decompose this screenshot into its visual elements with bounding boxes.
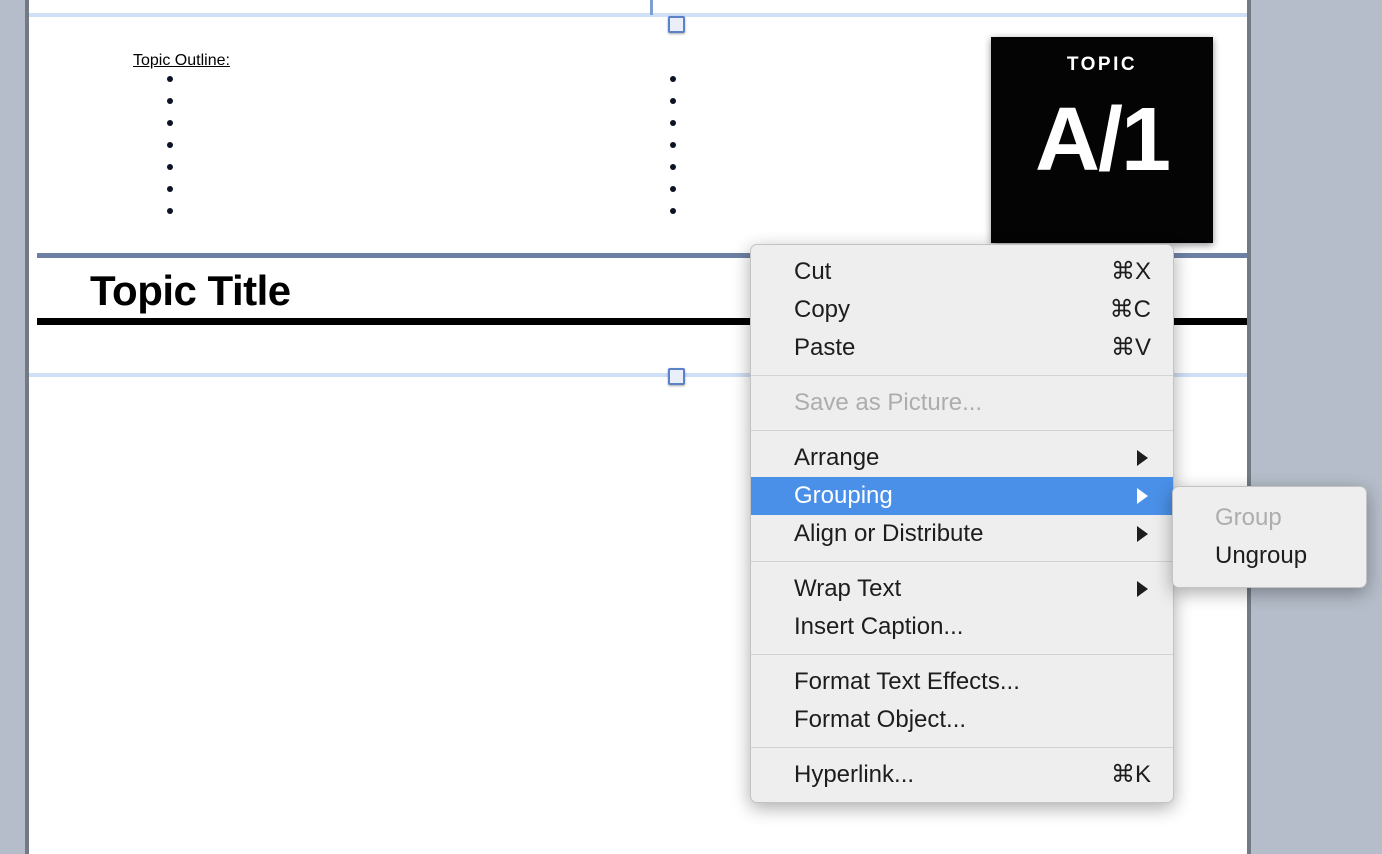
menu-item-paste[interactable]: Paste ⌘V [751, 329, 1173, 367]
resize-handle-top-center[interactable] [668, 16, 685, 33]
menu-item-shortcut: ⌘X [1110, 258, 1151, 285]
menu-item-label: Save as Picture... [794, 389, 983, 416]
page-title: Topic Title [90, 267, 291, 314]
grouping-submenu[interactable]: Group Ungroup [1172, 486, 1367, 588]
menu-item-grouping[interactable]: Grouping [751, 477, 1173, 515]
bullet-point [167, 142, 173, 148]
menu-item-label: Insert Caption... [794, 613, 964, 640]
topic-badge[interactable]: TOPIC A/1 [991, 37, 1213, 243]
menu-item-shortcut: ⌘C [1109, 296, 1151, 323]
app-window: Topic Outline: TOPIC A/1 Topic Title Cut… [0, 0, 1382, 854]
menu-item-shortcut: ⌘V [1110, 334, 1151, 361]
bullet-point [670, 208, 676, 214]
bullet-point [670, 120, 676, 126]
bullet-point [167, 98, 173, 104]
menu-item-align-or-distribute[interactable]: Align or Distribute [751, 515, 1173, 553]
bullet-list-right [670, 76, 676, 230]
menu-item-insert-caption[interactable]: Insert Caption... [751, 608, 1173, 646]
menu-item-label: Copy [794, 296, 851, 323]
menu-item-shortcut: ⌘K [1110, 761, 1151, 788]
bullet-point [670, 76, 676, 82]
bullet-point [167, 120, 173, 126]
menu-item-arrange[interactable]: Arrange [751, 439, 1173, 477]
menu-separator [751, 747, 1173, 748]
bullet-point [167, 164, 173, 170]
menu-item-wrap-text[interactable]: Wrap Text [751, 570, 1173, 608]
menu-item-label: Format Object... [794, 706, 967, 733]
menu-item-save-as-picture: Save as Picture... [751, 384, 1173, 422]
menu-item-label: Wrap Text [794, 575, 902, 602]
menu-separator [751, 430, 1173, 431]
submenu-arrow-icon [1137, 581, 1148, 597]
menu-separator [751, 561, 1173, 562]
menu-item-format-object[interactable]: Format Object... [751, 701, 1173, 739]
menu-item-label: Cut [794, 258, 832, 285]
badge-code-label: A/1 [1034, 90, 1171, 190]
submenu-item-ungroup[interactable]: Ungroup [1173, 537, 1366, 575]
submenu-arrow-icon [1137, 526, 1148, 542]
menu-item-label: Hyperlink... [794, 761, 915, 788]
bullet-point [167, 208, 173, 214]
menu-item-label: Arrange [794, 444, 880, 471]
menu-item-label: Align or Distribute [794, 520, 984, 547]
submenu-item-group: Group [1173, 499, 1366, 537]
menu-item-label: Format Text Effects... [794, 668, 1020, 695]
menu-item-label: Paste [794, 334, 856, 361]
submenu-item-label: Group [1215, 504, 1282, 531]
outline-heading: Topic Outline: [133, 52, 230, 69]
context-menu[interactable]: Cut ⌘X Copy ⌘C Paste ⌘V Save as Picture... Arra… [750, 244, 1174, 803]
bullet-point [167, 76, 173, 82]
submenu-arrow-icon [1137, 488, 1148, 504]
bullet-list-left [167, 76, 173, 230]
menu-item-copy[interactable]: Copy ⌘C [751, 291, 1173, 329]
bullet-point [670, 98, 676, 104]
selection-rotation-stem [650, 0, 653, 15]
menu-item-format-text-effects[interactable]: Format Text Effects... [751, 663, 1173, 701]
badge-kicker-label: TOPIC [1066, 54, 1138, 75]
bullet-point [167, 186, 173, 192]
menu-separator [751, 654, 1173, 655]
selection-boundary-top [29, 13, 1247, 17]
submenu-arrow-icon [1137, 450, 1148, 466]
resize-handle-bottom-center[interactable] [668, 368, 685, 385]
submenu-item-label: Ungroup [1215, 542, 1308, 569]
menu-item-hyperlink[interactable]: Hyperlink... ⌘K [751, 756, 1173, 794]
menu-item-cut[interactable]: Cut ⌘X [751, 253, 1173, 291]
menu-item-label: Grouping [794, 482, 893, 509]
menu-separator [751, 375, 1173, 376]
bullet-point [670, 164, 676, 170]
bullet-point [670, 142, 676, 148]
bullet-point [670, 186, 676, 192]
